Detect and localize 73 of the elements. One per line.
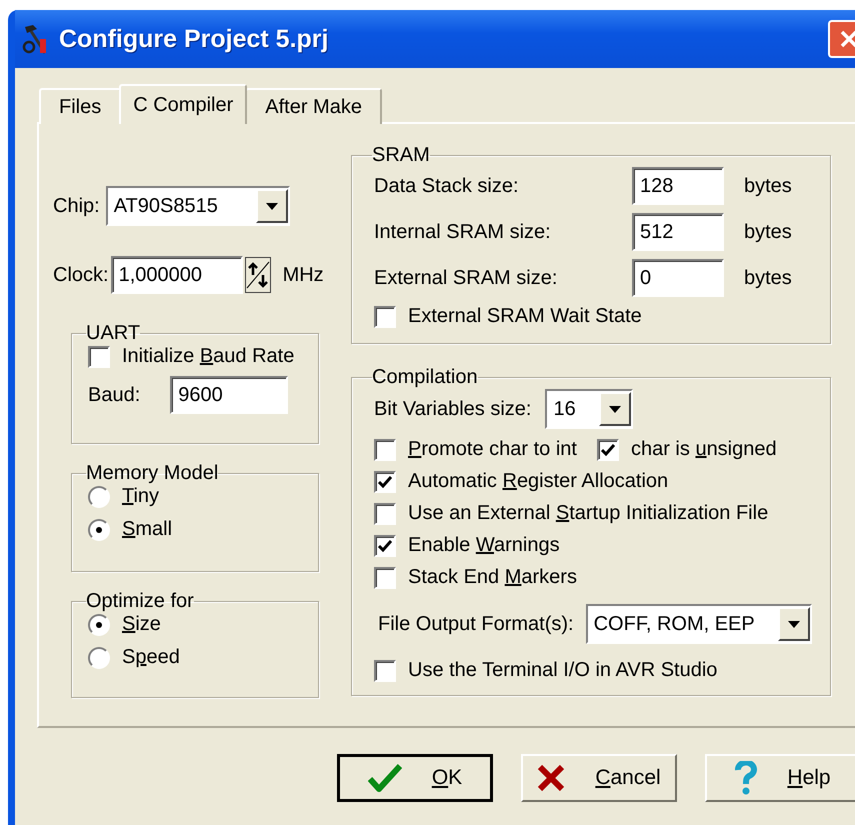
dialog-button[interactable]: Help	[705, 754, 855, 802]
spin-button[interactable]	[244, 257, 271, 293]
baud-field[interactable]: 9600	[170, 376, 288, 414]
size-field[interactable]: 128	[632, 167, 724, 205]
checkbox[interactable]	[374, 306, 396, 328]
radio-label: Speed	[122, 646, 180, 669]
radio-button[interactable]	[88, 518, 110, 540]
radio-label: Tiny	[122, 485, 160, 508]
checkbox[interactable]	[374, 534, 396, 556]
dropdown-button[interactable]	[256, 189, 288, 223]
group-title: UART	[86, 322, 140, 345]
checkbox[interactable]	[88, 346, 110, 368]
group-title: Optimize for	[86, 590, 194, 613]
field-label: Chip:	[53, 194, 100, 218]
tab[interactable]: After Make	[245, 88, 382, 124]
checkbox-label: char is unsigned	[630, 438, 777, 461]
dropdown-arrow-icon	[788, 620, 800, 628]
checkbox-label: Stack End Markers	[408, 566, 577, 589]
size-field[interactable]: 512	[632, 213, 724, 251]
group-title: SRAM	[372, 144, 430, 167]
check-icon	[368, 763, 402, 793]
radio-label: Size	[122, 613, 161, 636]
checkbox[interactable]	[374, 438, 396, 460]
field-label: External SRAM size:	[374, 266, 558, 290]
field-label: Bit Variables size:	[374, 398, 532, 420]
checkbox-label: Enable Warnings	[408, 534, 560, 557]
unit-label: bytes	[744, 174, 792, 198]
checkbox-label: External SRAM Wait State	[408, 305, 642, 328]
dropdown-button[interactable]	[599, 392, 632, 426]
check-mark-icon	[378, 476, 392, 488]
checkbox-label: Use an External Startup Initialization File	[408, 502, 768, 525]
bit-size-dropdown[interactable]: 16	[545, 389, 634, 429]
chip-dropdown[interactable]: AT90S8515	[106, 186, 290, 226]
checkbox-label: Initialize Baud Rate	[122, 345, 294, 368]
checkbox-label: Promote char to int	[408, 438, 577, 461]
tab[interactable]: Files	[39, 88, 122, 124]
checkbox[interactable]	[374, 566, 396, 588]
unit-label: bytes	[744, 266, 792, 290]
unit-label: bytes	[744, 220, 792, 244]
field-label: File Output Format(s):	[378, 612, 574, 636]
unit-label: MHz	[282, 264, 324, 286]
question-mark-icon	[735, 761, 758, 795]
up-down-arrows-icon	[246, 261, 270, 289]
checkbox[interactable]	[596, 438, 619, 460]
radio-button[interactable]	[88, 646, 110, 668]
checkbox[interactable]	[374, 502, 396, 524]
format-dropdown[interactable]: COFF, ROM, EEP	[586, 604, 812, 644]
group-title: Compilation	[372, 366, 478, 389]
dialog-button[interactable]: Cancel	[521, 754, 677, 802]
dropdown-arrow-icon	[609, 406, 622, 412]
radio-button[interactable]	[88, 486, 110, 508]
group-title: Memory Model	[86, 462, 218, 485]
field-label: Internal SRAM size:	[374, 220, 552, 244]
dialog-button[interactable]: OK	[337, 754, 493, 802]
field-label: Data Stack size:	[374, 174, 520, 198]
radio-button[interactable]	[88, 614, 110, 636]
size-field[interactable]: 0	[632, 259, 724, 297]
checkbox-label: Automatic Register Allocation	[408, 470, 668, 493]
checkbox[interactable]	[374, 660, 396, 682]
close-icon	[839, 29, 855, 49]
dropdown-arrow-icon	[266, 202, 278, 210]
radio-label: Small	[122, 518, 172, 541]
field-label: Baud:	[88, 384, 140, 406]
window-title: Configure Project 5.prj	[59, 24, 328, 54]
field-label: Clock:	[53, 264, 109, 286]
dropdown-button[interactable]	[778, 607, 810, 641]
checkbox[interactable]	[374, 470, 396, 492]
check-mark-icon	[378, 540, 392, 552]
cross-icon	[537, 764, 566, 792]
check-mark-icon	[600, 444, 615, 456]
clock-field[interactable]: 1,000000	[110, 256, 243, 294]
tab[interactable]: C Compiler	[119, 84, 248, 124]
checkbox-label: Use the Terminal I/O in AVR Studio	[408, 659, 718, 682]
